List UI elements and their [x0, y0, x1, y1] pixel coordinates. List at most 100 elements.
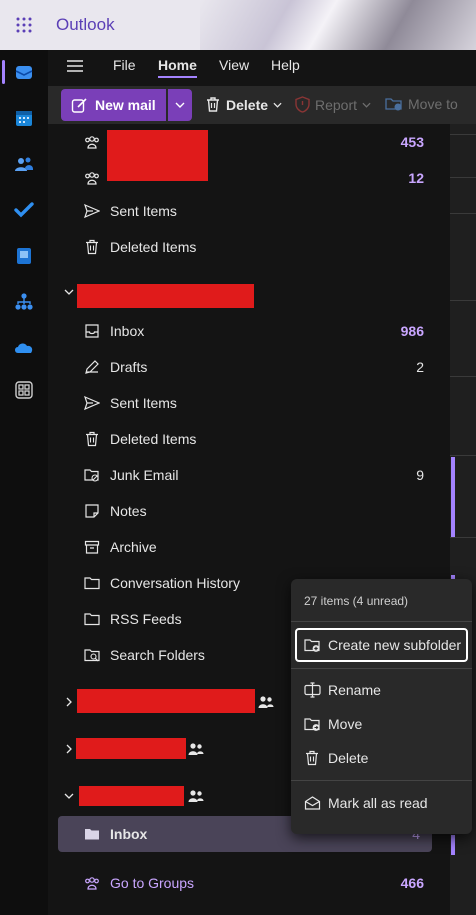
hamburger-icon [67, 60, 83, 72]
move-to-button[interactable]: Move to [385, 96, 458, 112]
waffle-icon [16, 17, 32, 33]
divider [450, 213, 476, 214]
calendar-icon [16, 111, 32, 126]
menu-item-label: Move [328, 716, 363, 732]
folder-label: RSS Feeds [110, 611, 182, 627]
menu-separator [291, 668, 472, 669]
menu-item-label: Delete [328, 750, 369, 766]
nav-toggle-button[interactable] [66, 58, 84, 74]
delete-button[interactable]: Delete [205, 96, 282, 113]
rail-calendar[interactable] [0, 100, 48, 136]
unread-indicator [451, 457, 455, 537]
folder-row-deleted-items[interactable]: Deleted Items [48, 229, 438, 265]
menu-item-label: Rename [328, 682, 381, 698]
rail-org[interactable] [0, 284, 48, 320]
rail-more-apps[interactable] [0, 372, 48, 408]
folder-label: Conversation History [110, 575, 240, 591]
item-count: 2 [416, 359, 424, 375]
mark-all-read-menu-item[interactable]: Mark all as read [295, 786, 468, 820]
redacted-account-name [77, 284, 254, 308]
divider [450, 300, 476, 301]
item-count: 9 [416, 467, 424, 483]
tab-home[interactable]: Home [158, 57, 197, 78]
rename-menu-item[interactable]: Rename [295, 673, 468, 707]
rail-todo[interactable] [0, 192, 48, 228]
folder-label: Sent Items [110, 203, 177, 219]
folder-icon [84, 613, 100, 626]
unread-count: 986 [400, 323, 424, 339]
trash-icon [86, 431, 98, 447]
checkmark-icon [14, 202, 34, 218]
folder-row-notes[interactable]: Notes [48, 493, 438, 529]
divider [450, 376, 476, 377]
junk-folder-icon [84, 469, 99, 482]
rail-onedrive[interactable] [0, 330, 48, 366]
trash-icon [207, 97, 219, 112]
delete-menu-item[interactable]: Delete [295, 741, 468, 775]
tab-view[interactable]: View [219, 57, 249, 73]
tab-help[interactable]: Help [271, 57, 300, 73]
app-rail [0, 50, 48, 915]
people-icon [15, 157, 33, 171]
folder-move-icon [304, 718, 320, 731]
rail-people[interactable] [0, 146, 48, 182]
create-subfolder-menu-item[interactable]: Create new subfolder [295, 628, 468, 662]
shield-icon [295, 96, 310, 113]
app-launcher-button[interactable] [0, 0, 48, 50]
rail-mail[interactable] [0, 54, 48, 90]
chevron-down-icon [64, 289, 74, 295]
divider [450, 455, 476, 456]
cloud-icon [15, 343, 33, 353]
folder-icon [85, 829, 99, 840]
send-icon [84, 203, 100, 219]
menu-tabs: File Home View Help [48, 50, 476, 86]
delete-label: Delete [226, 96, 269, 113]
chevron-down-icon [175, 102, 185, 108]
folder-row-sent-items[interactable]: Sent Items [48, 385, 438, 421]
group-icon [85, 136, 99, 149]
folder-label: Junk Email [110, 467, 179, 483]
go-to-groups-link[interactable]: Go to Groups 466 [48, 865, 438, 901]
chevron-right-icon [66, 697, 72, 707]
folder-row-deleted-items[interactable]: Deleted Items [48, 421, 438, 457]
apps-icon [15, 381, 33, 399]
folder-context-menu: 27 items (4 unread) Create new subfolder… [291, 579, 472, 834]
tab-file[interactable]: File [113, 57, 136, 73]
report-button[interactable]: Report [295, 96, 371, 113]
folder-label: Sent Items [110, 395, 177, 411]
pencil-icon [85, 360, 99, 374]
folder-label: Deleted Items [110, 431, 197, 447]
menu-separator [291, 780, 472, 781]
header-background-art [200, 0, 476, 50]
trash-icon [86, 239, 98, 255]
archive-icon [84, 540, 100, 554]
new-mail-button[interactable]: New mail [61, 89, 166, 121]
move-menu-item[interactable]: Move [295, 707, 468, 741]
unread-indicator [451, 835, 455, 855]
search-folder-icon [84, 649, 100, 662]
folder-row-sent-items[interactable]: Sent Items [48, 193, 438, 229]
chevron-right-icon [66, 744, 72, 754]
group-icon [85, 172, 99, 185]
unread-count: 453 [400, 134, 424, 150]
document-app-icon [17, 248, 31, 264]
folder-label: Archive [110, 539, 157, 555]
folder-row-archive[interactable]: Archive [48, 529, 438, 565]
folder-row-inbox[interactable]: Inbox 986 [48, 313, 438, 349]
folder-icon [84, 577, 100, 590]
new-mail-dropdown-button[interactable] [168, 89, 192, 121]
folder-row-drafts[interactable]: Drafts 2 [48, 349, 438, 385]
divider [450, 537, 476, 538]
chevron-down-icon [362, 102, 371, 108]
top-bar: Outlook [0, 0, 476, 50]
folder-row-junk-email[interactable]: Junk Email 9 [48, 457, 438, 493]
go-to-groups-label: Go to Groups [110, 875, 195, 891]
mail-read-icon [304, 796, 321, 810]
folder-add-icon [304, 639, 320, 652]
folder-row-redacted-2[interactable]: 12 [48, 154, 438, 196]
group-icon [188, 790, 204, 802]
unread-count: 466 [400, 875, 424, 891]
account-header-redacted[interactable] [48, 278, 438, 314]
app-title[interactable]: Outlook [56, 15, 115, 35]
rail-word[interactable] [0, 238, 48, 274]
